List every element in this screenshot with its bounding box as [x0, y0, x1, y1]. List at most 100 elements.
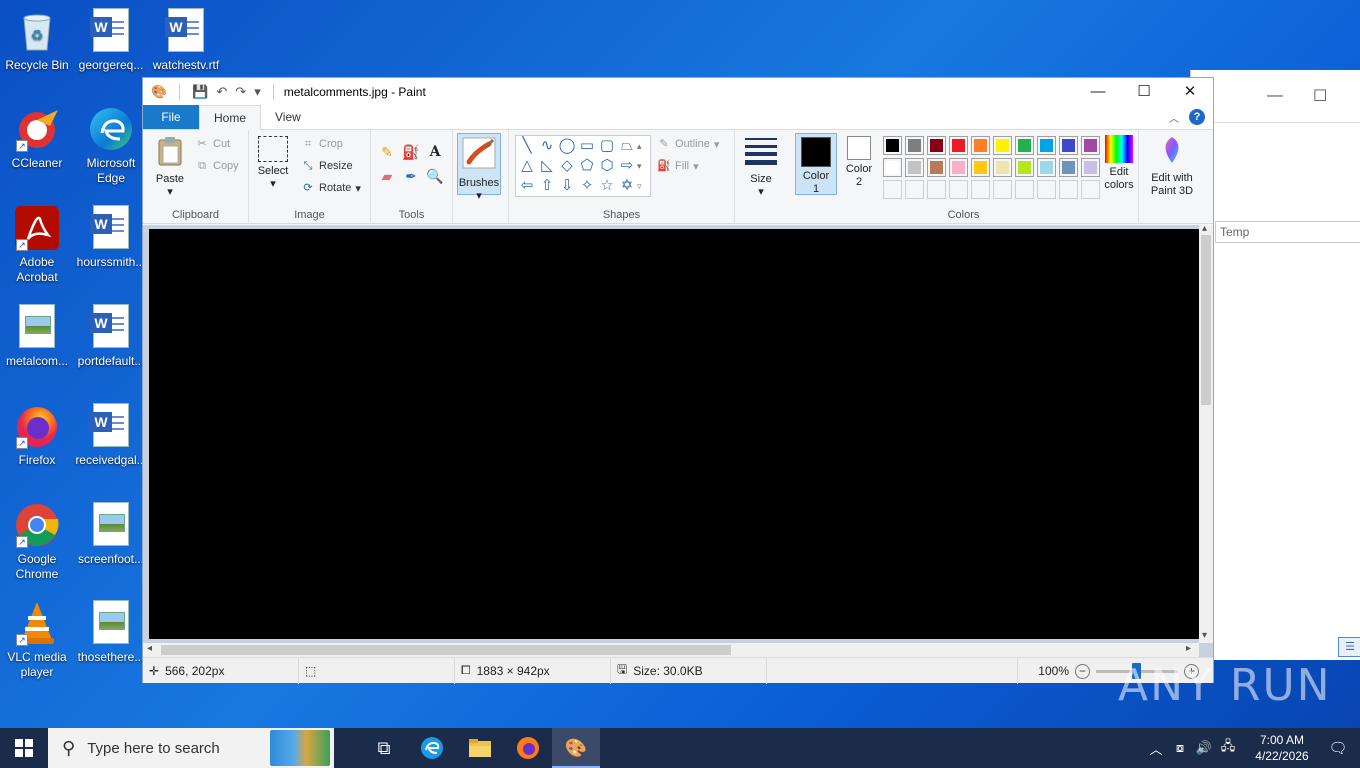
custom-color-slot[interactable]: [883, 180, 902, 199]
paste-button[interactable]: Paste ▾: [151, 136, 189, 199]
rectangle-shape-icon[interactable]: ▭: [577, 136, 597, 156]
scroll-right-icon[interactable]: ▸: [1186, 643, 1191, 654]
right-triangle-shape-icon[interactable]: ◺: [537, 156, 557, 176]
search-input[interactable]: Temp: [1215, 221, 1360, 243]
details-view-icon[interactable]: ☰: [1338, 637, 1360, 657]
desktop-icon-georgereq[interactable]: W georgereq...: [75, 8, 147, 73]
custom-color-slot[interactable]: [1081, 180, 1100, 199]
scroll-thumb[interactable]: [1201, 235, 1211, 405]
tab-home[interactable]: Home: [199, 105, 262, 130]
cut-button[interactable]: ✂ Cut: [195, 137, 230, 151]
brushes-button[interactable]: Brushes ▾: [457, 133, 501, 202]
custom-color-slot[interactable]: [905, 180, 924, 199]
clock[interactable]: 7:00 AM 4/22/2026: [1248, 732, 1316, 764]
taskbar-edge-icon[interactable]: [408, 728, 456, 768]
maximize-button[interactable]: ☐: [1121, 78, 1167, 106]
color-swatch[interactable]: [993, 136, 1012, 155]
five-point-star-shape-icon[interactable]: ☆: [597, 176, 617, 196]
vertical-scrollbar[interactable]: ▴ ▾: [1199, 223, 1213, 643]
taskbar-file-explorer-icon[interactable]: [456, 728, 504, 768]
start-button[interactable]: [0, 728, 48, 768]
customize-qat-icon[interactable]: ▾: [254, 84, 261, 100]
fill-button[interactable]: ⛽ Fill ▾: [657, 159, 698, 173]
maximize-icon[interactable]: ☐: [1313, 86, 1327, 106]
save-icon[interactable]: 💾: [192, 84, 208, 100]
color-swatch[interactable]: [949, 136, 968, 155]
desktop-icon-recycle-bin[interactable]: ♻ Recycle Bin: [1, 8, 73, 73]
collapse-ribbon-icon[interactable]: ︿: [1169, 110, 1179, 125]
color-swatch[interactable]: [883, 158, 902, 177]
color-swatch[interactable]: [971, 158, 990, 177]
color-swatch[interactable]: [1081, 136, 1100, 155]
color-swatch[interactable]: [1059, 136, 1078, 155]
edit-with-paint3d-button[interactable]: Edit with Paint 3D: [1143, 135, 1201, 198]
desktop-icon-acrobat[interactable]: ↗ Adobe Acrobat: [1, 205, 73, 285]
color-swatch[interactable]: [1037, 158, 1056, 177]
close-button[interactable]: ✕: [1167, 78, 1213, 106]
scroll-left-icon[interactable]: ◂: [147, 643, 152, 654]
taskbar-firefox-icon[interactable]: [504, 728, 552, 768]
desktop-icon-chrome[interactable]: ↗ Google Chrome: [1, 502, 73, 582]
eraser-icon[interactable]: ▰: [377, 166, 397, 186]
color-swatch[interactable]: [883, 136, 902, 155]
color-swatch[interactable]: [905, 136, 924, 155]
scroll-up-icon[interactable]: ▴: [1202, 223, 1207, 234]
color-swatch[interactable]: [1015, 158, 1034, 177]
color-swatch[interactable]: [971, 136, 990, 155]
curve-shape-icon[interactable]: ∿: [537, 136, 557, 156]
meet-now-icon[interactable]: ⧇: [1168, 740, 1192, 756]
left-arrow-shape-icon[interactable]: ⇦: [517, 176, 537, 196]
text-icon[interactable]: A: [425, 142, 445, 162]
magnifier-icon[interactable]: 🔍: [425, 166, 445, 186]
four-point-star-shape-icon[interactable]: ✧: [577, 176, 597, 196]
scroll-down-icon[interactable]: ▾: [1202, 630, 1207, 641]
taskbar-paint-icon[interactable]: 🎨: [552, 728, 600, 768]
custom-color-slot[interactable]: [1015, 180, 1034, 199]
oval-shape-icon[interactable]: ◯: [557, 136, 577, 156]
color-swatch[interactable]: [1059, 158, 1078, 177]
scroll-thumb[interactable]: [161, 645, 731, 655]
triangle-shape-icon[interactable]: △: [517, 156, 537, 176]
color1-button[interactable]: Color 1: [795, 133, 837, 195]
rotate-button[interactable]: ⟳ Rotate ▾: [301, 181, 361, 195]
show-hidden-icons-icon[interactable]: ︿: [1144, 739, 1168, 758]
crop-button[interactable]: ⌗ Crop: [301, 137, 343, 151]
color-swatch[interactable]: [1081, 158, 1100, 177]
horizontal-scrollbar[interactable]: ◂ ▸: [143, 643, 1199, 657]
color-picker-icon[interactable]: ✒: [401, 166, 421, 186]
down-arrow-shape-icon[interactable]: ⇩: [557, 176, 577, 196]
outline-button[interactable]: ✎ Outline ▾: [657, 137, 719, 151]
desktop-icon-firefox[interactable]: ↗ Firefox: [1, 403, 73, 468]
diamond-shape-icon[interactable]: ◇: [557, 156, 577, 176]
undo-icon[interactable]: ↶: [216, 84, 227, 100]
color-swatch[interactable]: [927, 158, 946, 177]
pencil-icon[interactable]: ✎: [377, 142, 397, 162]
minimize-button[interactable]: —: [1075, 78, 1121, 106]
desktop-icon-vlc[interactable]: ↗ VLC media player: [1, 600, 73, 680]
custom-color-slot[interactable]: [1059, 180, 1078, 199]
line-shape-icon[interactable]: ╲: [517, 136, 537, 156]
desktop-icon-hourssmith[interactable]: W hourssmith...: [75, 205, 147, 270]
desktop-icon-edge[interactable]: Microsoft Edge: [75, 106, 147, 186]
six-point-star-shape-icon[interactable]: ✡: [617, 176, 637, 196]
fill-bucket-icon[interactable]: ⛽: [401, 142, 421, 162]
desktop-icon-screenfoot[interactable]: screenfoot...: [75, 502, 147, 567]
minimize-icon[interactable]: —: [1267, 87, 1283, 105]
pentagon-shape-icon[interactable]: ⬠: [577, 156, 597, 176]
paint-app-icon[interactable]: 🎨: [151, 84, 167, 100]
color-swatch[interactable]: [927, 136, 946, 155]
custom-color-slot[interactable]: [971, 180, 990, 199]
custom-color-slot[interactable]: [993, 180, 1012, 199]
select-button[interactable]: Select ▾: [255, 136, 291, 191]
color-swatch[interactable]: [1015, 136, 1034, 155]
edit-colors-button[interactable]: Edit colors: [1099, 135, 1139, 192]
notifications-icon[interactable]: 🗨: [1316, 739, 1360, 757]
desktop-icon-ccleaner[interactable]: ↗ CCleaner: [1, 106, 73, 171]
volume-icon[interactable]: 🔊: [1192, 740, 1216, 756]
resize-button[interactable]: ⤡ Resize: [301, 159, 353, 173]
taskbar-search[interactable]: ⚲ Type here to search: [48, 728, 334, 768]
color-swatch[interactable]: [1037, 136, 1056, 155]
color-swatch[interactable]: [993, 158, 1012, 177]
color2-button[interactable]: Color 2: [839, 136, 879, 189]
desktop-icon-portdefault[interactable]: W portdefault...: [75, 304, 147, 369]
